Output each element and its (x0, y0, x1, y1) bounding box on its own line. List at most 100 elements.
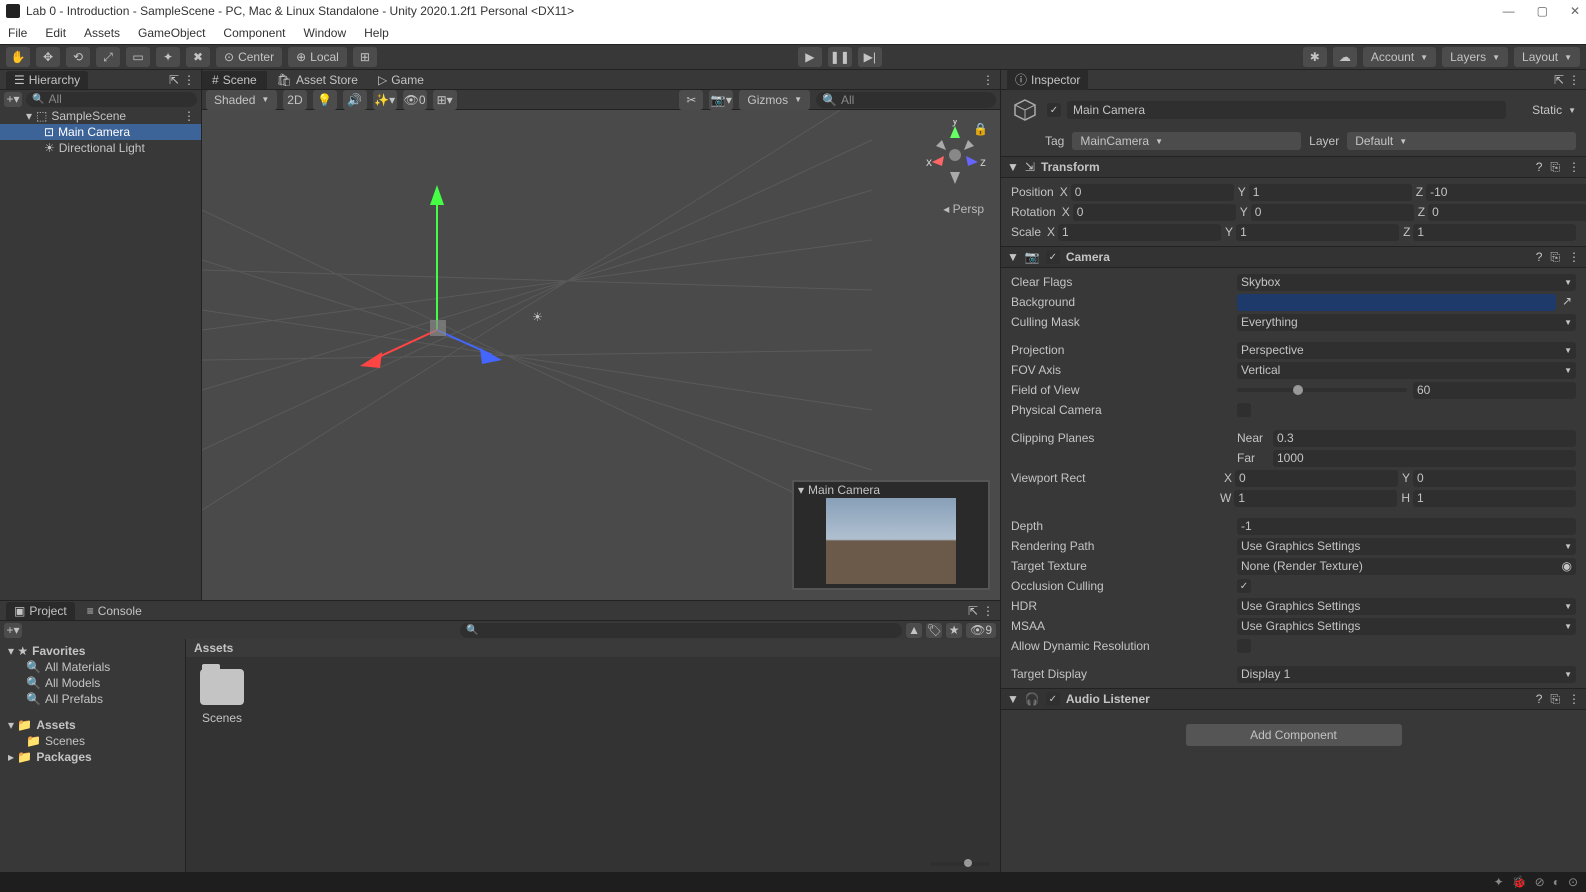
preset-icon[interactable]: ⎘ (1550, 160, 1560, 175)
folder-scenes[interactable]: Scenes (198, 669, 246, 725)
menu-gameobject[interactable]: GameObject (138, 26, 205, 40)
snap-toggle-icon[interactable]: ⊞ (353, 47, 377, 67)
viewport-y-field[interactable] (1413, 470, 1576, 487)
rotation-y-field[interactable] (1251, 204, 1414, 221)
fav-models[interactable]: 🔍 All Models (0, 675, 185, 691)
fx-toggle-icon[interactable]: ✨▾ (373, 90, 397, 110)
popout-icon[interactable]: ⇱ (169, 73, 179, 87)
activity-icon[interactable]: ◐ (1553, 875, 1560, 889)
filter-label-icon[interactable]: 🏷 (926, 623, 942, 638)
object-name-field[interactable]: Main Camera (1067, 101, 1506, 119)
physical-camera-checkbox[interactable] (1237, 403, 1251, 417)
gameobject-icon[interactable] (1011, 96, 1039, 124)
culling-mask-dropdown[interactable]: Everything▼ (1237, 314, 1576, 331)
lock-icon[interactable]: ⇱ (1554, 73, 1564, 87)
near-clip-field[interactable] (1273, 430, 1576, 447)
minimize-icon[interactable]: — (1503, 4, 1515, 18)
project-search[interactable]: 🔍 (460, 623, 902, 638)
favorite-icon[interactable]: ★ (946, 623, 962, 638)
hidden-objects-icon[interactable]: 👁0 (403, 90, 427, 110)
create-dropdown-icon[interactable]: +▾ (4, 92, 22, 107)
close-icon[interactable]: ✕ (1570, 4, 1580, 18)
mode-2d-toggle[interactable]: 2D (283, 90, 306, 110)
audio-toggle-icon[interactable]: 🔊 (343, 90, 367, 110)
layout-dropdown[interactable]: Layout▼ (1514, 47, 1580, 67)
preset-icon[interactable]: ⎘ (1550, 692, 1560, 707)
menu-icon[interactable]: ⋮ (1568, 160, 1580, 175)
tab-scene[interactable]: # Scene (202, 71, 267, 89)
menu-help[interactable]: Help (364, 26, 389, 40)
depth-field[interactable] (1237, 518, 1576, 535)
viewport-x-field[interactable] (1235, 470, 1398, 487)
assets-header[interactable]: ▾ 📁 Assets (0, 717, 185, 733)
static-checkbox[interactable] (1512, 103, 1526, 117)
thumbnail-size-slider[interactable] (930, 862, 990, 866)
lock-icon[interactable]: 🔒 (973, 122, 988, 136)
transform-component-header[interactable]: ▼ ⇲ Transform ?⎘⋮ (1001, 156, 1586, 178)
gizmos-dropdown[interactable]: Gizmos▼ (739, 90, 810, 110)
scene-view[interactable]: ☀ y x z 🔒 ◂ Persp ▾ Main Camera (202, 110, 1000, 600)
static-dropdown-icon[interactable]: ▼ (1568, 106, 1576, 115)
popout-icon[interactable]: ⇱ (968, 604, 978, 618)
breadcrumb[interactable]: Assets (186, 639, 1000, 657)
filter-type-icon[interactable]: ▲ (906, 623, 922, 638)
directional-light-icon[interactable]: ☀ (532, 310, 543, 324)
layer-dropdown[interactable]: Default▼ (1347, 132, 1576, 150)
lighting-toggle-icon[interactable]: 💡 (313, 90, 337, 110)
collab-icon[interactable]: ✱ (1303, 47, 1327, 67)
hdr-dropdown[interactable]: Use Graphics Settings▼ (1237, 598, 1576, 615)
active-checkbox[interactable]: ✓ (1047, 103, 1061, 117)
audio-listener-header[interactable]: ▼ 🎧 ✓ Audio Listener ?⎘⋮ (1001, 688, 1586, 710)
step-button-icon[interactable]: ▶| (858, 47, 882, 67)
background-color-field[interactable] (1237, 294, 1556, 311)
rotation-z-field[interactable] (1428, 204, 1586, 221)
asset-scenes[interactable]: 📁 Scenes (0, 733, 185, 749)
move-gizmo-icon[interactable] (352, 160, 572, 400)
fov-slider[interactable] (1237, 382, 1576, 399)
layers-dropdown[interactable]: Layers▼ (1442, 47, 1508, 67)
tools-icon[interactable]: ✂ (679, 90, 703, 110)
preset-icon[interactable]: ⎘ (1550, 250, 1560, 265)
menu-icon[interactable]: ⋮ (1568, 250, 1580, 265)
menu-file[interactable]: File (8, 26, 27, 40)
projection-dropdown[interactable]: Perspective▼ (1237, 342, 1576, 359)
fov-field[interactable] (1413, 382, 1576, 399)
fov-axis-dropdown[interactable]: Vertical▼ (1237, 362, 1576, 379)
fav-prefabs[interactable]: 🔍 All Prefabs (0, 691, 185, 707)
move-tool-icon[interactable]: ✥ (36, 47, 60, 67)
error-pause-icon[interactable]: ⊘ (1535, 875, 1545, 889)
auto-generate-lighting-icon[interactable]: ✦ (1494, 875, 1504, 889)
occlusion-checkbox[interactable]: ✓ (1237, 579, 1251, 593)
clear-flags-dropdown[interactable]: Skybox▼ (1237, 274, 1576, 291)
add-component-button[interactable]: Add Component (1186, 724, 1402, 746)
audio-enabled-checkbox[interactable]: ✓ (1046, 692, 1060, 706)
menu-icon[interactable]: ⋮ (982, 604, 994, 618)
messages-icon[interactable]: ⊙ (1568, 875, 1578, 889)
scale-tool-icon[interactable]: ⤢ (96, 47, 120, 67)
viewport-h-field[interactable] (1413, 490, 1576, 507)
scene-item[interactable]: ▾ ⬚ SampleScene⋮ (0, 108, 201, 124)
custom-tool-icon[interactable]: ✖ (186, 47, 210, 67)
transform-tool-icon[interactable]: ✦ (156, 47, 180, 67)
debug-icon[interactable]: 🐞 (1512, 875, 1527, 889)
help-icon[interactable]: ? (1536, 160, 1543, 175)
scale-y-field[interactable] (1236, 224, 1399, 241)
target-display-dropdown[interactable]: Display 1▼ (1237, 666, 1576, 683)
hierarchy-search[interactable]: 🔍 All (26, 92, 197, 107)
camera-settings-icon[interactable]: 📷▾ (709, 90, 733, 110)
menu-icon[interactable]: ⋮ (1568, 692, 1580, 707)
scale-z-field[interactable] (1413, 224, 1576, 241)
rotate-tool-icon[interactable]: ⟲ (66, 47, 90, 67)
msaa-dropdown[interactable]: Use Graphics Settings▼ (1237, 618, 1576, 635)
rotation-x-field[interactable] (1073, 204, 1236, 221)
target-texture-field[interactable]: None (Render Texture)◉ (1237, 558, 1576, 575)
scene-search[interactable]: 🔍 All (816, 92, 996, 108)
help-icon[interactable]: ? (1536, 692, 1543, 707)
projection-label[interactable]: ◂ Persp (943, 202, 984, 216)
camera-component-header[interactable]: ▼ 📷 ✓ Camera ?⎘⋮ (1001, 246, 1586, 268)
rendering-path-dropdown[interactable]: Use Graphics Settings▼ (1237, 538, 1576, 555)
menu-icon[interactable]: ⋮ (183, 73, 195, 87)
hidden-packages-icon[interactable]: 👁9 (966, 623, 996, 638)
tab-project[interactable]: ▣ Project (6, 602, 75, 620)
hierarchy-item-light[interactable]: ☀ Directional Light (0, 140, 201, 156)
